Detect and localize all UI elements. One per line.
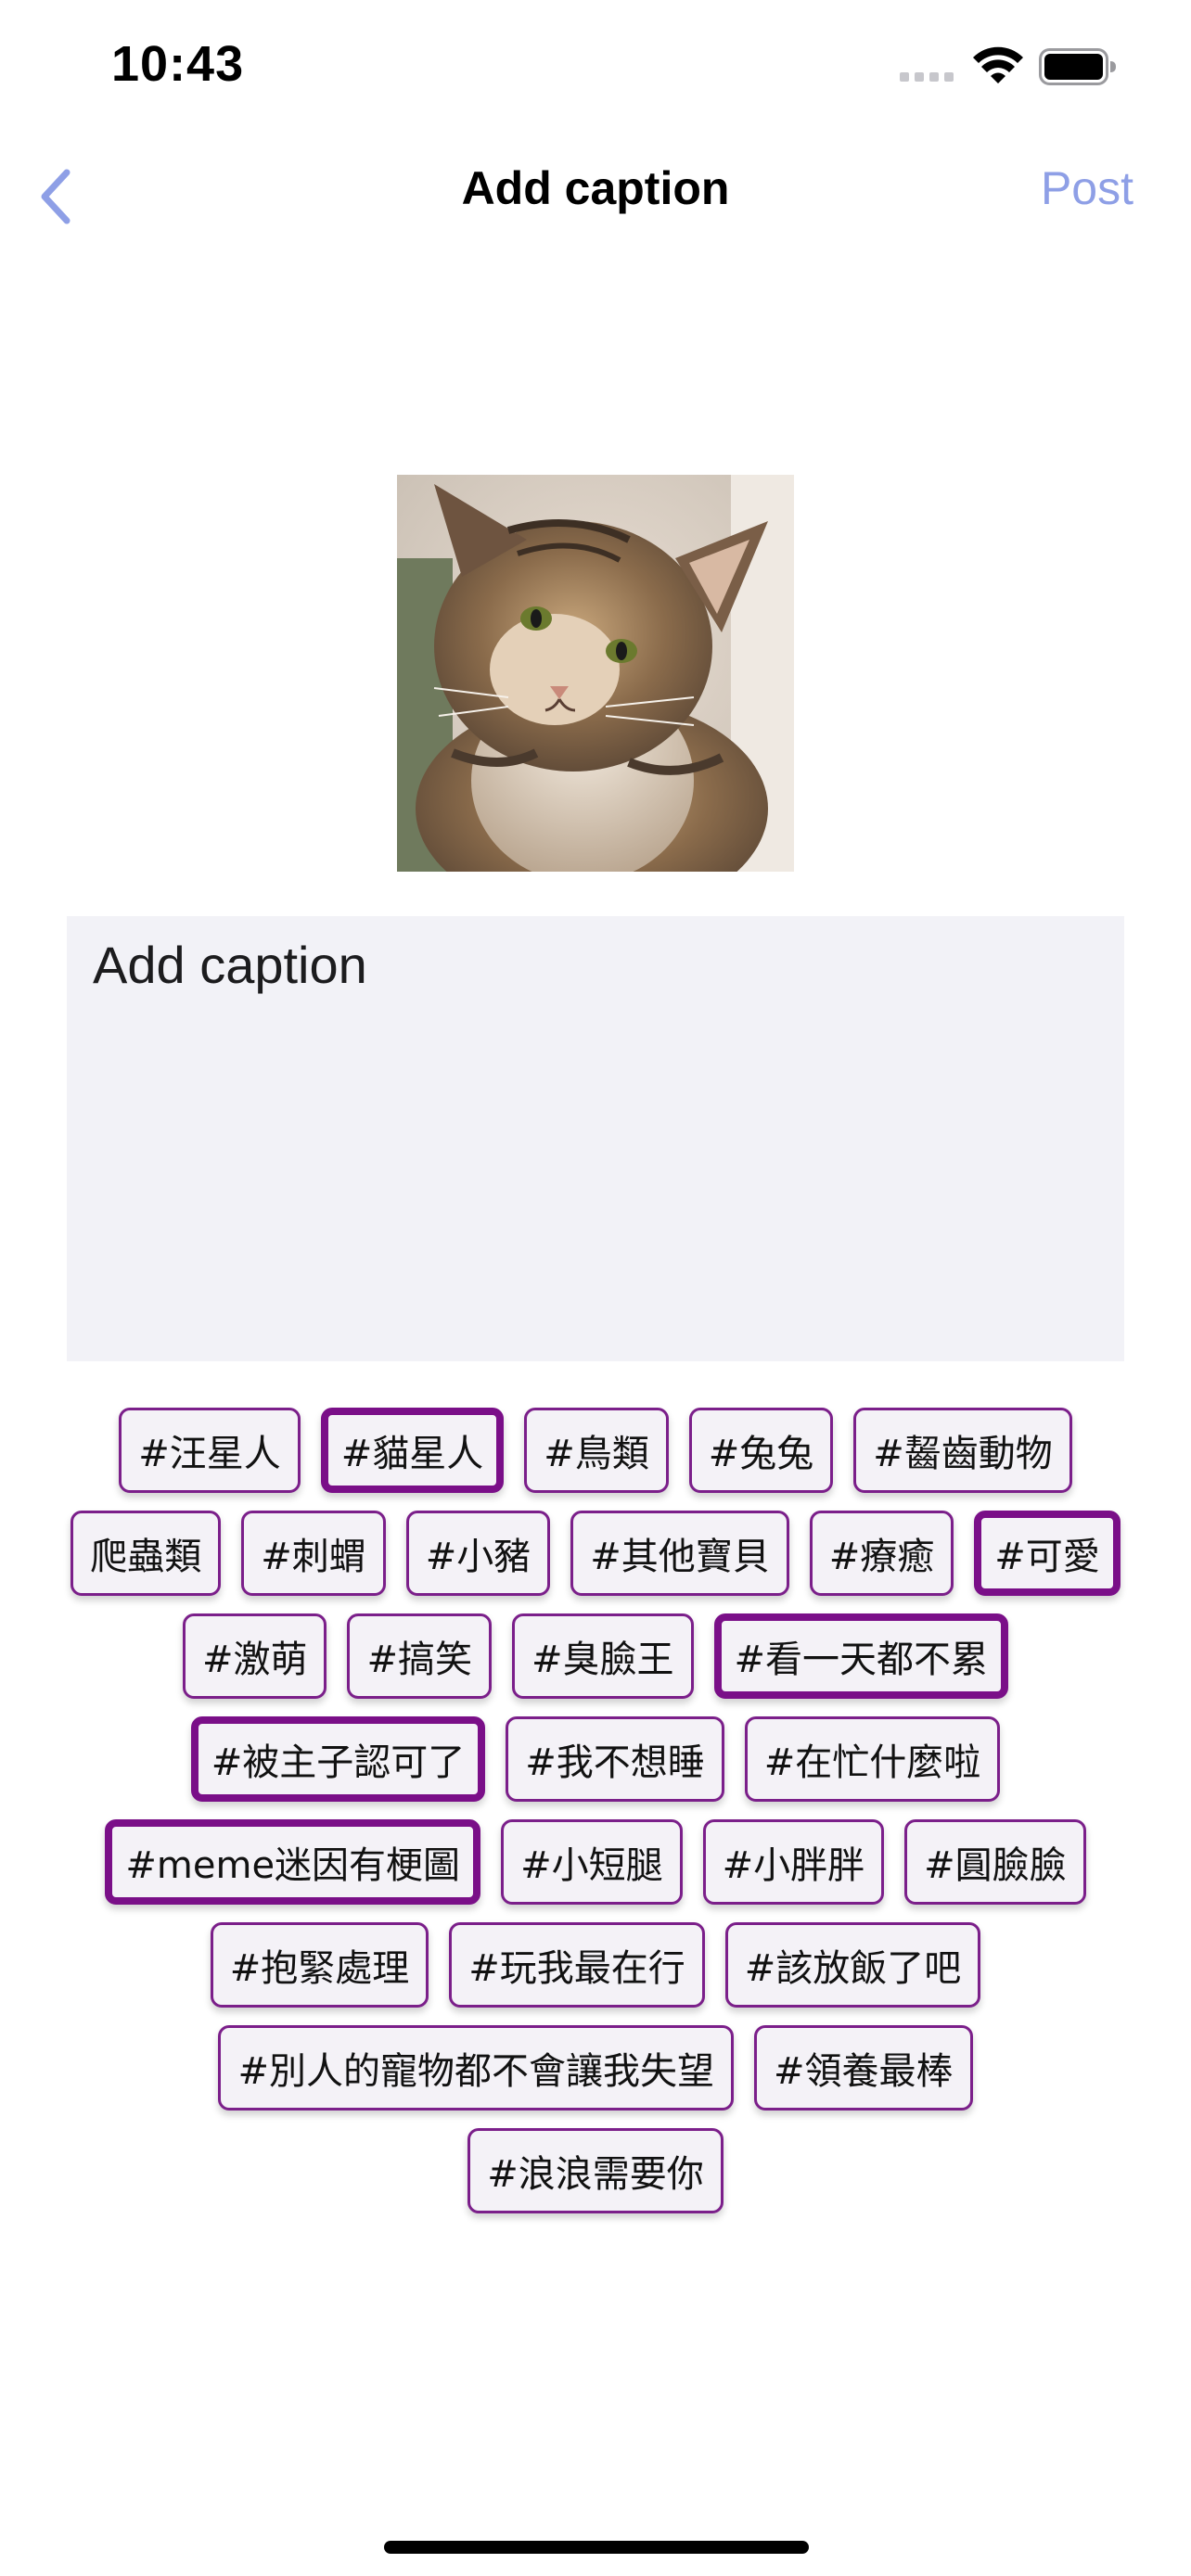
hashtag-chip[interactable]: #貓星人 bbox=[320, 1408, 505, 1493]
hashtag-row: 爬蟲類 #刺蝟 #小豬 #其他寶貝 #療癒 #可愛 bbox=[56, 1511, 1135, 1596]
hashtag-row: #被主子認可了 #我不想睡 #在忙什麼啦 bbox=[56, 1716, 1135, 1802]
hashtag-chip[interactable]: #激萌 bbox=[182, 1613, 327, 1699]
hashtag-chip[interactable]: #兔兔 bbox=[688, 1408, 834, 1493]
home-indicator[interactable] bbox=[384, 2541, 809, 2554]
hashtag-chip[interactable]: #該放飯了吧 bbox=[724, 1922, 981, 2008]
hashtag-row: #meme迷因有梗圖 #小短腿 #小胖胖 #圓臉臉 bbox=[56, 1819, 1135, 1905]
hashtag-row: #激萌 #搞笑 #臭臉王 #看一天都不累 bbox=[56, 1613, 1135, 1699]
hashtag-list: #汪星人 #貓星人 #鳥類 #兔兔 #齧齒動物 爬蟲類 #刺蝟 #小豬 #其他寶貝 #療癒 #可愛 #… bbox=[56, 1408, 1135, 2231]
hashtag-chip[interactable]: #齧齒動物 bbox=[853, 1408, 1072, 1493]
status-time: 10:43 bbox=[111, 36, 245, 92]
battery-icon bbox=[1039, 48, 1116, 85]
hashtag-chip[interactable]: #其他寶貝 bbox=[570, 1511, 789, 1596]
hashtag-chip[interactable]: #領養最棒 bbox=[754, 2025, 973, 2111]
hashtag-chip[interactable]: #小胖胖 bbox=[702, 1819, 885, 1905]
hashtag-chip[interactable]: #抱緊處理 bbox=[210, 1922, 429, 2008]
hashtag-chip[interactable]: #小短腿 bbox=[501, 1819, 683, 1905]
caption-input[interactable]: Add caption bbox=[67, 916, 1124, 1361]
hashtag-chip[interactable]: #在忙什麼啦 bbox=[744, 1716, 1001, 1802]
hashtag-chip[interactable]: #臭臉王 bbox=[512, 1613, 694, 1699]
hashtag-chip[interactable]: 爬蟲類 bbox=[70, 1511, 222, 1596]
hashtag-chip[interactable]: #被主子認可了 bbox=[190, 1716, 486, 1802]
navigation-bar: Add caption Post bbox=[0, 139, 1191, 250]
wifi-icon bbox=[973, 46, 1023, 83]
hashtag-chip[interactable]: #小豬 bbox=[405, 1511, 551, 1596]
hashtag-chip[interactable]: #刺蝟 bbox=[241, 1511, 386, 1596]
caption-placeholder: Add caption bbox=[93, 936, 367, 994]
hashtag-chip[interactable]: #別人的寵物都不會讓我失望 bbox=[218, 2025, 734, 2111]
hashtag-chip[interactable]: #浪浪需要你 bbox=[467, 2128, 724, 2213]
hashtag-chip[interactable]: #meme迷因有梗圖 bbox=[105, 1819, 481, 1905]
hashtag-chip[interactable]: #看一天都不累 bbox=[713, 1613, 1009, 1699]
hashtag-chip[interactable]: #玩我最在行 bbox=[449, 1922, 705, 2008]
cellular-signal-icon bbox=[900, 72, 954, 82]
hashtag-row: #抱緊處理 #玩我最在行 #該放飯了吧 bbox=[56, 1922, 1135, 2008]
hashtag-row: #別人的寵物都不會讓我失望 #領養最棒 bbox=[56, 2025, 1135, 2111]
hashtag-row: #汪星人 #貓星人 #鳥類 #兔兔 #齧齒動物 bbox=[56, 1408, 1135, 1493]
hashtag-chip[interactable]: #我不想睡 bbox=[506, 1716, 724, 1802]
post-button[interactable]: Post bbox=[1041, 161, 1133, 215]
hashtag-chip[interactable]: #汪星人 bbox=[119, 1408, 301, 1493]
hashtag-chip[interactable]: #鳥類 bbox=[524, 1408, 669, 1493]
hashtag-row: #浪浪需要你 bbox=[56, 2128, 1135, 2213]
status-bar: 10:43 bbox=[0, 0, 1191, 139]
hashtag-chip[interactable]: #搞笑 bbox=[347, 1613, 492, 1699]
hashtag-chip[interactable]: #療癒 bbox=[809, 1511, 954, 1596]
page-title: Add caption bbox=[461, 162, 730, 214]
hashtag-chip[interactable]: #圓臉臉 bbox=[904, 1819, 1086, 1905]
hashtag-chip[interactable]: #可愛 bbox=[974, 1511, 1121, 1596]
cat-photo bbox=[397, 475, 794, 872]
